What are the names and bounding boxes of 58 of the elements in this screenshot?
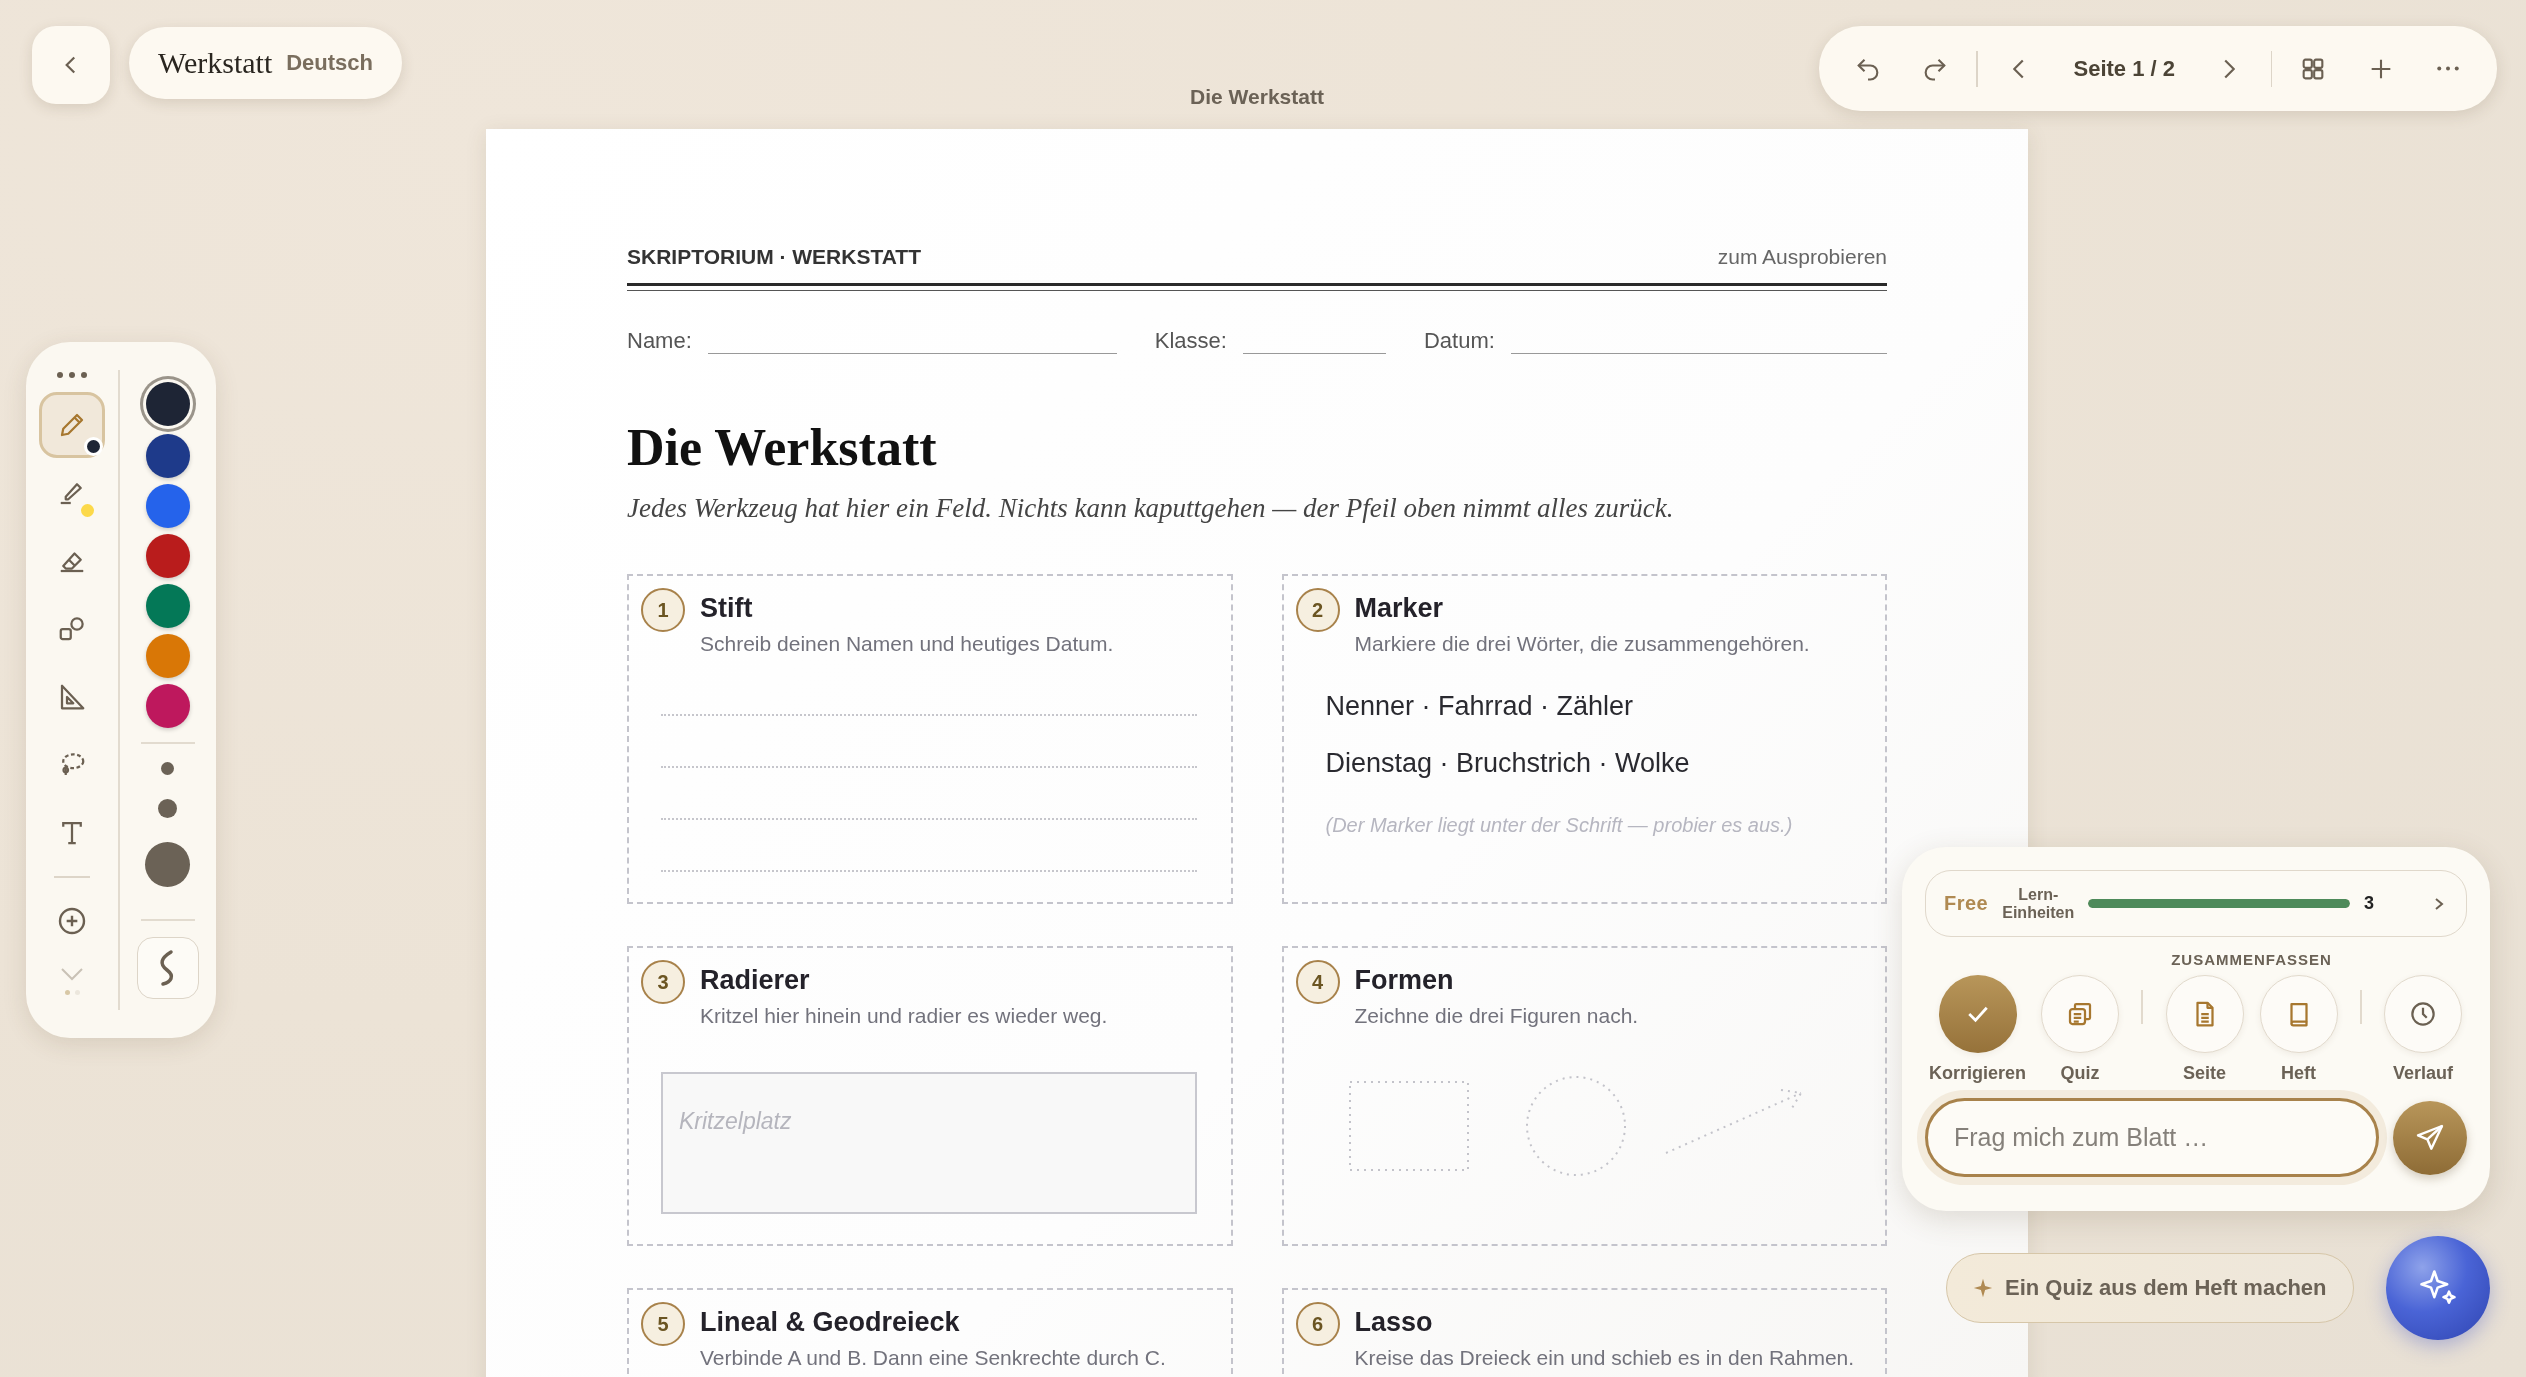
task-number: 2	[1295, 588, 1340, 632]
section-label: ZUSAMMENFASSEN	[2171, 951, 2332, 968]
stroke-size-dot[interactable]	[161, 762, 175, 775]
send-button[interactable]	[2393, 1100, 2467, 1175]
sparkle-icon	[1973, 1278, 1993, 1298]
app-title: Werkstatt	[158, 46, 273, 80]
task-number: 4	[1295, 960, 1340, 1004]
assistant-button[interactable]	[2386, 1236, 2490, 1340]
stroke-size-dot[interactable]	[158, 799, 178, 818]
color-swatch[interactable]	[145, 684, 190, 728]
color-swatch[interactable]	[145, 434, 190, 478]
page-indicator: Seite 1 / 2	[2072, 55, 2176, 82]
task-title: Radierer	[700, 964, 811, 997]
color-swatch[interactable]	[145, 634, 190, 678]
field-label: Name:	[627, 328, 692, 354]
pager-dot[interactable]	[64, 990, 70, 995]
task-description: Zeichne die drei Figuren nach.	[1354, 1004, 1640, 1028]
color-swatch[interactable]	[145, 484, 190, 528]
chevron-right-icon	[2224, 58, 2236, 79]
task-title: Lineal & Geodreieck	[700, 1306, 961, 1339]
more-icon	[2436, 66, 2461, 71]
worksheet-title: Die Werkstatt	[627, 418, 938, 477]
task-description: Verbinde A und B. Dann eine Senkrechte durch C.	[700, 1346, 1167, 1370]
worksheet-subtitle: Jedes Werkzeug hat hier ein Feld. Nichts kann kaputtgehen — der Pfeil oben nimmt alles zurück.	[627, 493, 1675, 524]
stroke-size-dot[interactable]	[145, 842, 191, 887]
word-row-text: Nenner · Fahrrad · Zähler	[1325, 690, 1635, 723]
question-field[interactable]: Frag mich zum Blatt …	[1925, 1098, 2379, 1177]
task-hint: (Der Marker liegt unter der Schrift — probier es aus.)	[1325, 814, 1794, 837]
task-number: 1	[641, 588, 685, 632]
task-number: 6	[1295, 1302, 1340, 1346]
word-row-text: Dienstag · Bruchstrich · Wolke	[1325, 747, 1691, 780]
task-description: Markiere die drei Wörter, die zusammengehören.	[1354, 632, 1811, 656]
worksheet-note: zum Ausprobieren	[1717, 245, 1887, 269]
plan-label: Free	[1944, 892, 1989, 915]
chevron-left-icon	[2013, 58, 2025, 79]
task-title: Marker	[1354, 592, 1445, 625]
task-description: Kritzel hier hinein und radier es wieder weg.	[700, 1004, 1109, 1028]
document-title: Die Werkstatt	[1189, 84, 1325, 110]
task-title: Lasso	[1354, 1306, 1434, 1339]
color-swatch[interactable]	[145, 534, 190, 578]
field-label: Datum:	[1423, 328, 1495, 354]
task-number: 5	[641, 1302, 685, 1346]
more-icon[interactable]	[55, 370, 89, 380]
task-description: Kreise das Dreieck ein und schieb es in den Rahmen.	[1354, 1346, 1856, 1370]
tool-button[interactable]	[39, 392, 105, 458]
subject-label: Deutsch	[286, 50, 373, 76]
task-title: Stift	[700, 592, 754, 625]
add-icon	[56, 905, 88, 937]
field-label: Klasse:	[1154, 328, 1227, 354]
worksheet-brand: SKRIPTORIUM · WERKSTATT	[627, 245, 921, 269]
task-number: 3	[641, 960, 685, 1004]
suggestion-button[interactable]: Ein Quiz aus dem Heft machen	[1946, 1253, 2354, 1323]
units-count: 3	[2364, 893, 2374, 914]
units-label: Lern- Einheiten	[2002, 885, 2075, 922]
stroke-style-button[interactable]	[136, 937, 199, 999]
color-swatch[interactable]	[145, 584, 190, 628]
task-description: Schreib deinen Namen und heutiges Datum.	[700, 632, 1115, 656]
task-title: Formen	[1354, 964, 1455, 997]
